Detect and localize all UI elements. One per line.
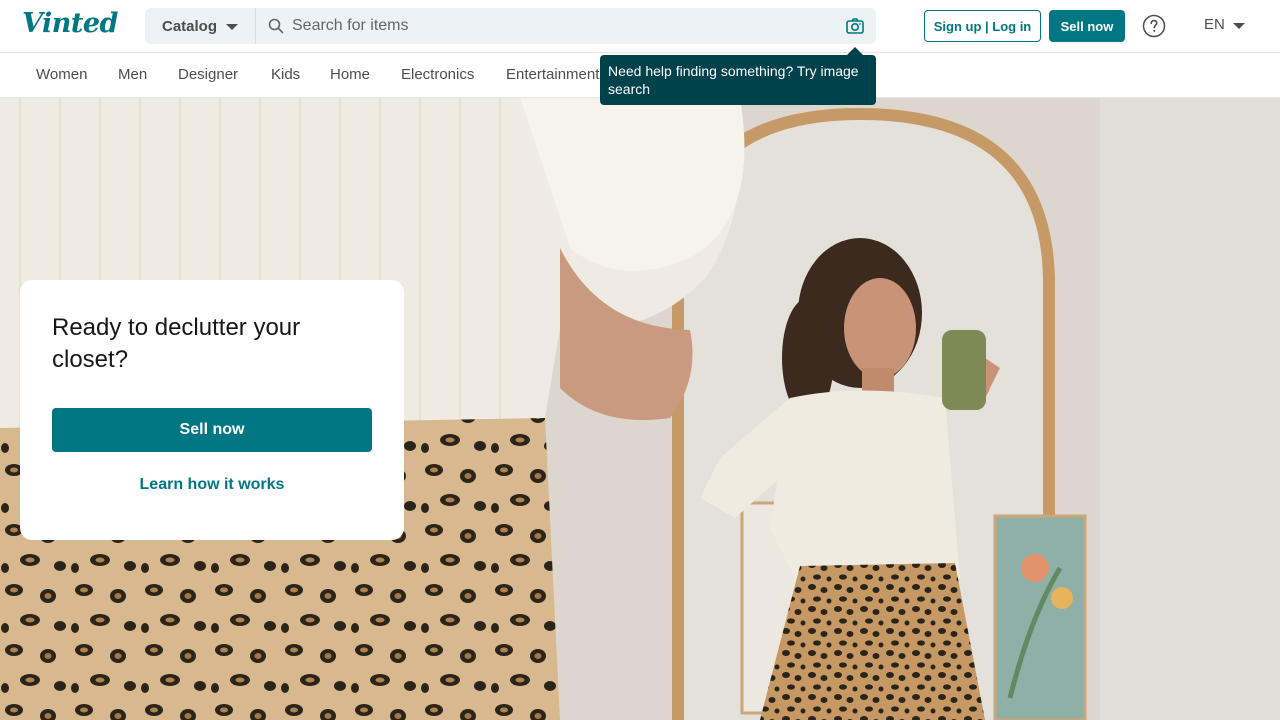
catalog-label: Catalog [162, 17, 218, 35]
hero-banner: Ready to declutter your closet? Sell now… [0, 98, 1280, 720]
card-title: Ready to declutter your closet? [52, 314, 301, 373]
sell-now-header-button[interactable]: Sell now [1049, 10, 1125, 42]
sell-now-button[interactable]: Sell now [52, 408, 372, 452]
vinted-logo[interactable]: Vinted [22, 8, 118, 39]
camera-icon[interactable] [845, 16, 865, 36]
nav-item-home[interactable]: Home [330, 66, 370, 83]
tooltip-arrow [847, 47, 863, 55]
language-label: EN [1204, 16, 1225, 33]
language-selector[interactable]: EN [1204, 16, 1245, 33]
search-bar: Catalog [145, 8, 876, 44]
nav-item-electronics[interactable]: Electronics [401, 66, 474, 83]
nav-item-designer[interactable]: Designer [178, 66, 238, 83]
help-icon[interactable] [1142, 14, 1166, 38]
signup-login-button[interactable]: Sign up | Log in [924, 10, 1041, 42]
search-input[interactable] [284, 9, 845, 43]
nav-item-entertainment[interactable]: Entertainment [506, 66, 599, 83]
search-icon [268, 18, 284, 34]
top-header: Vinted Catalog Sign up | Log in Sell now… [0, 0, 1280, 53]
image-search-tooltip[interactable]: Need help finding something? Try image s… [600, 55, 876, 105]
chevron-down-icon [226, 24, 239, 30]
nav-item-kids[interactable]: Kids [271, 66, 300, 83]
chevron-down-icon [1232, 22, 1245, 29]
learn-how-it-works-link[interactable]: Learn how it works [52, 476, 372, 494]
catalog-dropdown[interactable]: Catalog [145, 8, 256, 44]
declutter-card: Ready to declutter your closet? Sell now… [20, 280, 404, 540]
nav-item-men[interactable]: Men [118, 66, 147, 83]
nav-item-women[interactable]: Women [36, 66, 87, 83]
